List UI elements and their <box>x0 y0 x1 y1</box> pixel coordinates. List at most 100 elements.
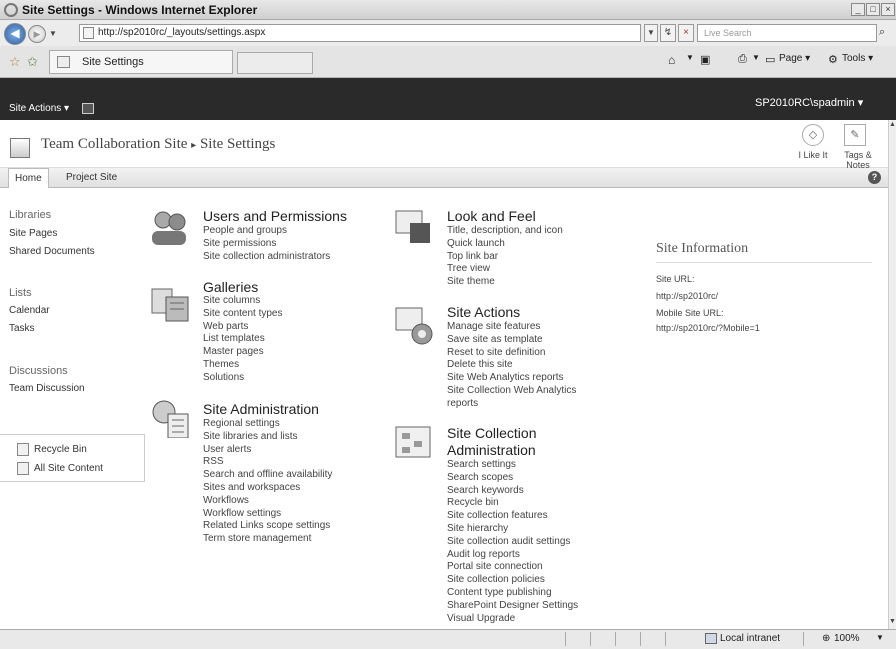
link-site-theme[interactable]: Site theme <box>447 276 563 289</box>
home-icon[interactable]: ⌂ <box>668 53 675 67</box>
link-people-and-groups[interactable]: People and groups <box>203 225 330 238</box>
maximize-icon[interactable]: □ <box>866 3 880 16</box>
link-site-collection-administrators[interactable]: Site collection administrators <box>203 251 330 264</box>
site-url-value[interactable]: http://sp2010rc/ <box>656 291 718 301</box>
link-title-description-icon[interactable]: Title, description, and icon <box>447 225 563 238</box>
mobile-site-url-value[interactable]: http://sp2010rc/?Mobile=1 <box>656 323 760 333</box>
nav-tab-project-site[interactable]: Project Site <box>60 168 123 188</box>
close-icon[interactable]: × <box>881 3 895 16</box>
quicklaunch-shared-documents[interactable]: Shared Documents <box>9 246 95 257</box>
refresh-icon[interactable]: ↯ <box>660 24 676 42</box>
link-site-columns[interactable]: Site columns <box>203 295 283 308</box>
favorites-star-icon[interactable]: ☆ <box>9 54 21 70</box>
tags-notes-icon[interactable]: ✎ <box>844 124 866 146</box>
link-user-alerts[interactable]: User alerts <box>203 444 332 457</box>
link-site-content-types[interactable]: Site content types <box>203 308 283 321</box>
new-tab-button[interactable] <box>237 52 313 74</box>
link-top-link-bar[interactable]: Top link bar <box>447 251 563 264</box>
quicklaunch-libraries[interactable]: Libraries <box>9 209 51 221</box>
page-menu[interactable]: Page ▾ <box>779 53 810 64</box>
link-site-collection-features[interactable]: Site collection features <box>447 510 578 523</box>
link-save-site-as-template[interactable]: Save site as template <box>447 334 576 347</box>
link-delete-this-site[interactable]: Delete this site <box>447 359 576 372</box>
link-quick-launch[interactable]: Quick launch <box>447 238 563 251</box>
i-like-it-icon[interactable]: ◇ <box>802 124 824 146</box>
link-site-collection-web-analytics-reports[interactable]: reports <box>447 398 576 411</box>
minimize-icon[interactable]: _ <box>851 3 865 16</box>
link-content-type-publishing[interactable]: Content type publishing <box>447 587 578 600</box>
site-actions-menu[interactable]: Site Actions ▾ <box>9 103 69 114</box>
quicklaunch-calendar[interactable]: Calendar <box>9 305 50 316</box>
quicklaunch-tasks[interactable]: Tasks <box>9 323 35 334</box>
quicklaunch-lists[interactable]: Lists <box>9 287 32 299</box>
scroll-down-icon[interactable]: ▼ <box>889 617 896 627</box>
stop-icon[interactable]: × <box>678 24 694 42</box>
link-tree-view[interactable]: Tree view <box>447 263 563 276</box>
users-permissions-icon <box>152 211 186 245</box>
quicklaunch-team-discussion[interactable]: Team Discussion <box>9 383 85 394</box>
quicklaunch-site-pages[interactable]: Site Pages <box>9 228 57 239</box>
link-workflows[interactable]: Workflows <box>203 495 332 508</box>
link-solutions[interactable]: Solutions <box>203 372 283 385</box>
i-like-it-label[interactable]: I Like It <box>791 150 835 160</box>
link-site-libraries-and-lists[interactable]: Site libraries and lists <box>203 431 332 444</box>
home-dropdown-icon[interactable]: ▼ <box>686 53 694 62</box>
link-master-pages[interactable]: Master pages <box>203 346 283 359</box>
link-list-templates[interactable]: List templates <box>203 333 283 346</box>
nav-tab-home[interactable]: Home <box>8 168 49 188</box>
link-sharepoint-designer-settings[interactable]: SharePoint Designer Settings <box>447 600 578 613</box>
link-site-hierarchy[interactable]: Site hierarchy <box>447 523 578 536</box>
all-site-content-link[interactable]: All Site Content <box>34 463 103 474</box>
link-site-web-analytics-reports[interactable]: Site Web Analytics reports <box>447 372 576 385</box>
add-favorites-icon[interactable]: ✩ <box>27 54 38 70</box>
link-site-permissions[interactable]: Site permissions <box>203 238 330 251</box>
link-site-collection-audit-settings[interactable]: Site collection audit settings <box>447 536 578 549</box>
link-audit-log-reports[interactable]: Audit log reports <box>447 549 578 562</box>
link-rss[interactable]: RSS <box>203 456 332 469</box>
address-dropdown-icon[interactable]: ▼ <box>644 24 658 42</box>
link-site-collection-policies[interactable]: Site collection policies <box>447 574 578 587</box>
vertical-scrollbar[interactable]: ▲ ▼ <box>888 120 896 629</box>
link-search-scopes[interactable]: Search scopes <box>447 472 578 485</box>
user-menu[interactable]: SP2010RC\spadmin ▾ <box>755 96 863 109</box>
feeds-icon[interactable]: ▣ <box>700 53 710 66</box>
link-related-links-scope-settings[interactable]: Related Links scope settings <box>203 520 332 533</box>
link-themes[interactable]: Themes <box>203 359 283 372</box>
link-site-collection-web-analytics[interactable]: Site Collection Web Analytics <box>447 385 576 398</box>
link-regional-settings[interactable]: Regional settings <box>203 418 332 431</box>
tab-site-settings[interactable]: Site Settings <box>49 50 233 74</box>
zoom-dropdown-icon[interactable]: ▼ <box>876 633 884 642</box>
scroll-up-icon[interactable]: ▲ <box>889 120 896 130</box>
link-manage-site-features[interactable]: Manage site features <box>447 321 576 334</box>
breadcrumb-site[interactable]: Team Collaboration Site <box>41 136 187 152</box>
address-input[interactable]: http://sp2010rc/_layouts/settings.aspx <box>79 24 641 42</box>
link-sites-and-workspaces[interactable]: Sites and workspaces <box>203 482 332 495</box>
link-term-store-management[interactable]: Term store management <box>203 533 332 546</box>
forward-arrow-icon[interactable]: ▶ <box>28 25 46 43</box>
link-web-parts[interactable]: Web parts <box>203 321 283 334</box>
tools-menu[interactable]: Tools ▾ <box>842 53 873 64</box>
zoom-icon[interactable]: ⊕ <box>822 633 830 644</box>
print-icon[interactable]: ⎙ <box>738 53 747 66</box>
recycle-bin-link[interactable]: Recycle Bin <box>34 444 87 455</box>
tags-notes-label[interactable]: Tags & <box>838 150 878 160</box>
history-dropdown-icon[interactable]: ▼ <box>49 29 57 38</box>
navigate-up-icon[interactable] <box>82 103 94 114</box>
back-arrow-icon[interactable]: ◀ <box>4 23 26 45</box>
status-divider <box>803 632 804 646</box>
zoom-level[interactable]: 100% <box>834 633 860 644</box>
help-icon[interactable]: ? <box>868 171 881 184</box>
quicklaunch-discussions[interactable]: Discussions <box>9 365 68 377</box>
search-icon[interactable]: ⌕ <box>879 26 885 39</box>
link-recycle-bin[interactable]: Recycle bin <box>447 497 578 510</box>
link-reset-to-site-definition[interactable]: Reset to site definition <box>447 347 576 360</box>
link-workflow-settings[interactable]: Workflow settings <box>203 508 332 521</box>
print-dropdown-icon[interactable]: ▼ <box>752 53 760 62</box>
page-menu-label: Page <box>779 53 803 64</box>
link-visual-upgrade[interactable]: Visual Upgrade <box>447 613 578 626</box>
link-search-settings[interactable]: Search settings <box>447 459 578 472</box>
search-input[interactable]: Live Search <box>697 24 877 42</box>
link-search-offline-availability[interactable]: Search and offline availability <box>203 469 332 482</box>
link-search-keywords[interactable]: Search keywords <box>447 485 578 498</box>
link-portal-site-connection[interactable]: Portal site connection <box>447 561 578 574</box>
